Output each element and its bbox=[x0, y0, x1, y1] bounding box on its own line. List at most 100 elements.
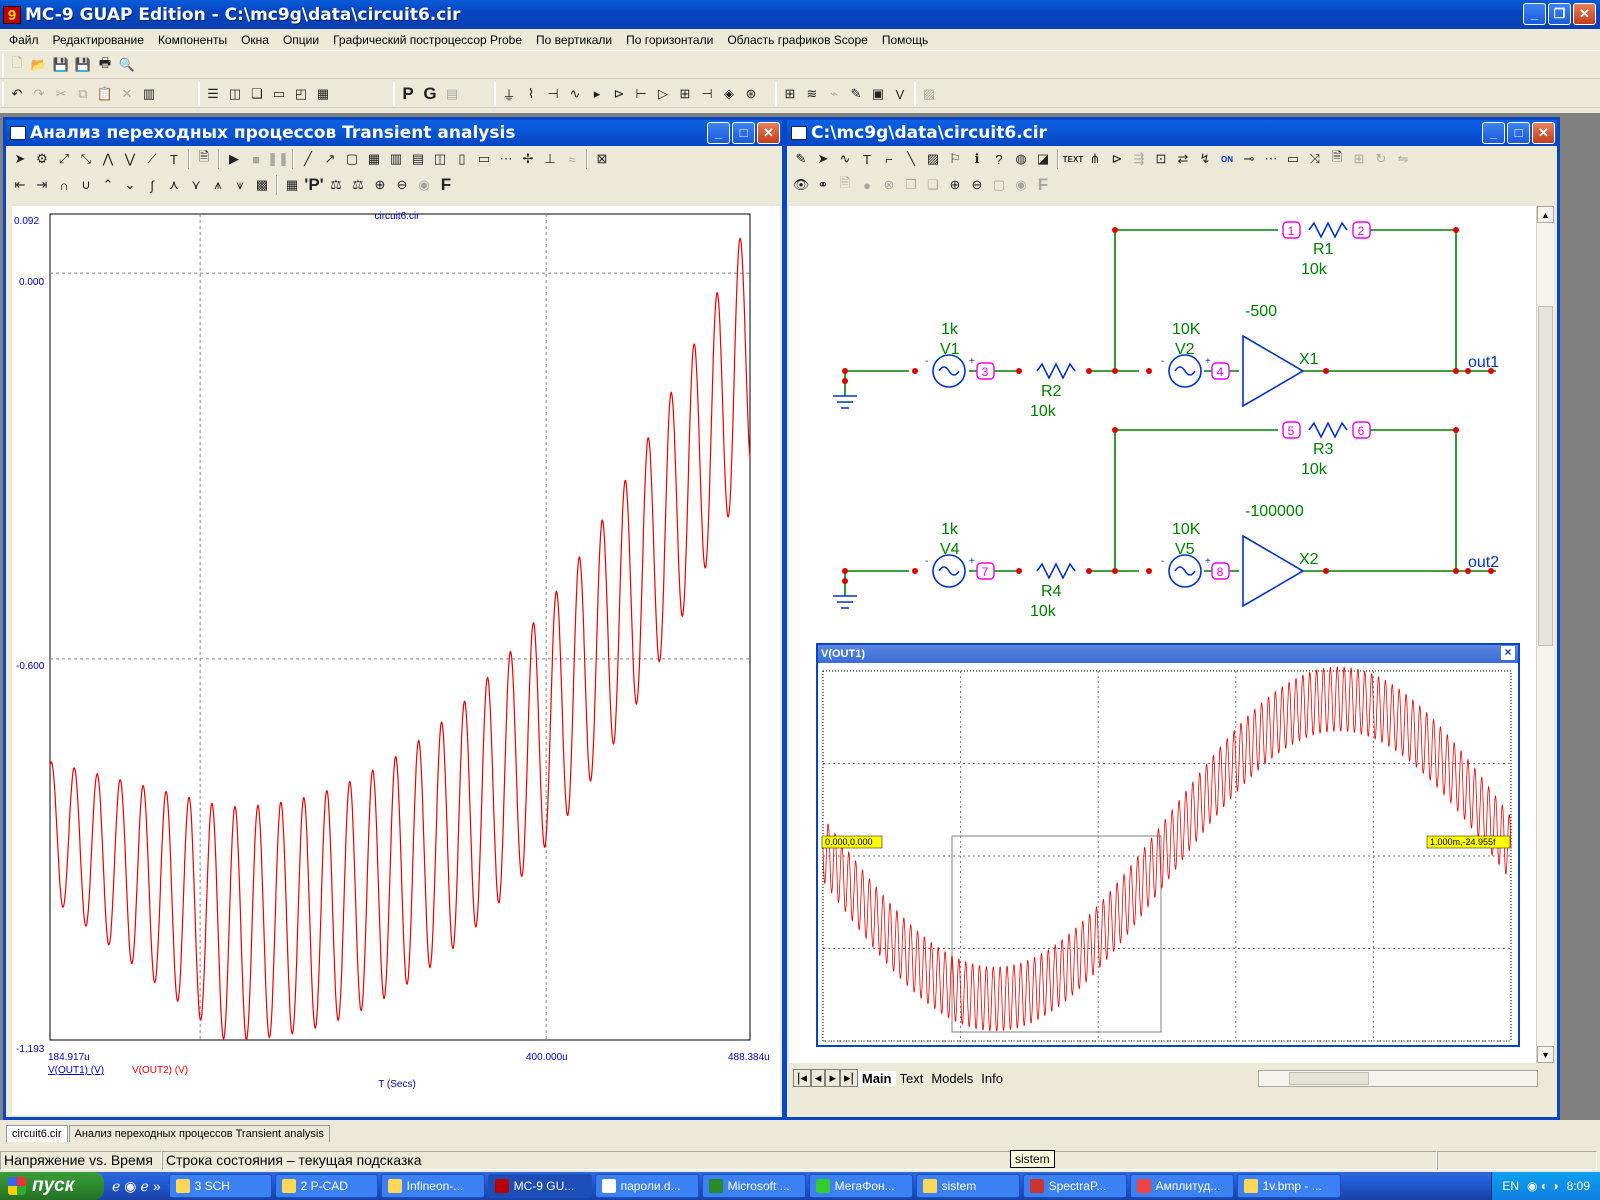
global-low-icon[interactable]: ⋎ bbox=[186, 175, 206, 195]
pin-connect-icon[interactable]: ⊸ bbox=[1239, 149, 1259, 169]
palette-icon[interactable]: ◉ bbox=[1011, 175, 1031, 195]
resistor-icon[interactable]: ⌇ bbox=[521, 84, 541, 104]
low-icon[interactable]: ⌄ bbox=[120, 175, 140, 195]
next-page-button[interactable]: ▸ bbox=[825, 1069, 840, 1087]
task-infineon[interactable]: Infineon-... bbox=[380, 1174, 485, 1198]
save-all-icon[interactable]: 💾 bbox=[73, 55, 93, 75]
task-megafon[interactable]: МегаФон... bbox=[808, 1174, 913, 1198]
schematic-close-button[interactable]: ✕ bbox=[1532, 122, 1555, 144]
zoom-out-icon[interactable]: ⊖ bbox=[392, 175, 412, 195]
help-mode-icon[interactable]: ? bbox=[989, 149, 1009, 169]
cursor-mode-icon[interactable]: ⋯ bbox=[496, 149, 516, 169]
cut-icon[interactable]: ✂ bbox=[51, 84, 71, 104]
grid-icon[interactable]: ⊞ bbox=[780, 84, 800, 104]
close-button[interactable]: ✕ bbox=[1573, 3, 1596, 25]
tray-icons[interactable]: ◉ ◐ ◑ bbox=[1527, 1179, 1559, 1193]
cancel-sim-icon[interactable]: ⊗ bbox=[879, 175, 899, 195]
mirror-icon[interactable]: ⇋ bbox=[1393, 149, 1413, 169]
new-file-icon[interactable]: 🗋 bbox=[7, 55, 27, 75]
resistor-r1[interactable] bbox=[1308, 221, 1348, 239]
border-icon[interactable]: ▭ bbox=[1283, 149, 1303, 169]
legend-vout1[interactable]: V(OUT1) (V) bbox=[48, 1065, 104, 1076]
performance-p-button[interactable]: 'P' bbox=[304, 175, 324, 195]
minimal-icon[interactable]: ▭ bbox=[474, 149, 494, 169]
run-icon[interactable]: ▶ bbox=[224, 149, 244, 169]
rotate-icon[interactable]: ↻ bbox=[1371, 149, 1391, 169]
source-icon[interactable]: ⊛ bbox=[741, 84, 761, 104]
bottom-icon[interactable]: ⩛ bbox=[230, 175, 250, 195]
text-tool-icon[interactable]: T bbox=[164, 149, 184, 169]
fit-icon[interactable]: ⤡ bbox=[76, 149, 96, 169]
point-to-point-icon[interactable]: ◪ bbox=[1033, 149, 1053, 169]
binoculars-icon[interactable]: ⚭ bbox=[813, 175, 833, 195]
tab-main[interactable]: Main bbox=[857, 1070, 896, 1086]
send-back-icon[interactable]: ❏ bbox=[923, 175, 943, 195]
ie-icon[interactable]: ℯ bbox=[112, 1178, 120, 1195]
schematic-zoom-in-icon[interactable]: ⊕ bbox=[945, 175, 965, 195]
inductor-icon[interactable]: ∿ bbox=[565, 84, 585, 104]
waveform-icon[interactable]: ⌁ bbox=[824, 84, 844, 104]
cursor-left-icon[interactable]: ⇤ bbox=[10, 175, 30, 195]
minimize-button[interactable]: _ bbox=[1523, 3, 1546, 25]
properties-dialog-icon[interactable]: 🗎 bbox=[1327, 149, 1347, 169]
menu-file[interactable]: Файл bbox=[2, 33, 46, 47]
tracker-icon[interactable]: ✢ bbox=[518, 149, 538, 169]
save-icon[interactable]: 💾 bbox=[51, 55, 71, 75]
grid-rows-icon[interactable]: ▤ bbox=[408, 149, 428, 169]
condition-icon[interactable]: ⇄ bbox=[1173, 149, 1193, 169]
task-sch[interactable]: 3 SCH bbox=[168, 1174, 272, 1198]
menu-options[interactable]: Опции bbox=[276, 33, 326, 47]
redo-icon[interactable]: ↷ bbox=[29, 84, 49, 104]
text-mode-icon[interactable]: T bbox=[857, 149, 877, 169]
restore-button[interactable]: ❐ bbox=[1548, 3, 1571, 25]
pin-icon[interactable]: ↯ bbox=[1195, 149, 1215, 169]
language-indicator[interactable]: EN bbox=[1502, 1179, 1519, 1193]
scale-tool-2-icon[interactable]: ⚖ bbox=[348, 175, 368, 195]
page-icon[interactable]: 🗎 bbox=[835, 175, 855, 195]
node-voltages-icon[interactable]: ⊳ bbox=[1107, 149, 1127, 169]
peak-icon[interactable]: ⋀ bbox=[98, 149, 118, 169]
first-page-button[interactable]: |◂ bbox=[793, 1069, 811, 1087]
resistor-r4[interactable] bbox=[1036, 562, 1076, 580]
graphics-icon[interactable]: ▨ bbox=[923, 149, 943, 169]
info-icon[interactable]: ℹ bbox=[967, 149, 987, 169]
media-icon[interactable]: ◉ bbox=[124, 1178, 136, 1195]
bring-front-icon[interactable]: ❐ bbox=[901, 175, 921, 195]
ground-icon[interactable]: ⏚ bbox=[499, 84, 519, 104]
menu-help[interactable]: Помощь bbox=[875, 33, 935, 47]
switch-icon[interactable]: ⊢ bbox=[631, 84, 651, 104]
last-page-button[interactable]: ▸| bbox=[839, 1069, 858, 1087]
high-icon[interactable]: ⌃ bbox=[98, 175, 118, 195]
cascade-icon[interactable]: ❏ bbox=[247, 84, 267, 104]
diode-icon[interactable]: ▸ bbox=[587, 84, 607, 104]
amplifier-x1[interactable] bbox=[1242, 334, 1305, 408]
menu-components[interactable]: Компоненты bbox=[151, 33, 234, 47]
current-icon[interactable]: ⇶ bbox=[1129, 149, 1149, 169]
on-state-button[interactable]: ON bbox=[1217, 149, 1237, 169]
print-preview-icon[interactable]: 🔍 bbox=[117, 55, 137, 75]
properties-icon[interactable]: 🗎 bbox=[194, 149, 214, 169]
grid-toggle-icon[interactable]: ▦ bbox=[364, 149, 384, 169]
menu-vertical[interactable]: По вертикали bbox=[529, 33, 619, 47]
amplifier-x2[interactable] bbox=[1242, 534, 1305, 608]
menu-probe[interactable]: Графический построцессор Probe bbox=[326, 33, 529, 47]
probe-g-button[interactable]: G bbox=[420, 84, 440, 104]
flag-icon[interactable]: ⚐ bbox=[945, 149, 965, 169]
task-spectra[interactable]: SpectraP... bbox=[1022, 1174, 1127, 1198]
task-mc9[interactable]: MC-9 GU... bbox=[487, 1174, 592, 1198]
probe-p-button[interactable]: P bbox=[398, 84, 418, 104]
valley-icon[interactable]: ⋁ bbox=[120, 149, 140, 169]
analysis-maximize-button[interactable]: □ bbox=[732, 122, 755, 144]
battery-icon[interactable]: ⊣ bbox=[697, 84, 717, 104]
tab-models[interactable]: Models bbox=[927, 1071, 977, 1086]
chart-data-icon[interactable]: ▩ bbox=[252, 175, 272, 195]
find-icon[interactable]: 👁 bbox=[791, 175, 811, 195]
cursor-right-icon[interactable]: ⇥ bbox=[32, 175, 52, 195]
schematic-zoom-out-icon[interactable]: ⊖ bbox=[967, 175, 987, 195]
stop-icon[interactable]: ■ bbox=[246, 149, 266, 169]
task-passwords[interactable]: пароли.d... bbox=[594, 1174, 699, 1198]
window-split-icon[interactable]: ◰ bbox=[291, 84, 311, 104]
line-icon[interactable]: ╱ bbox=[298, 149, 318, 169]
window-icon[interactable]: ▭ bbox=[269, 84, 289, 104]
level-icon[interactable]: ⊥ bbox=[540, 149, 560, 169]
